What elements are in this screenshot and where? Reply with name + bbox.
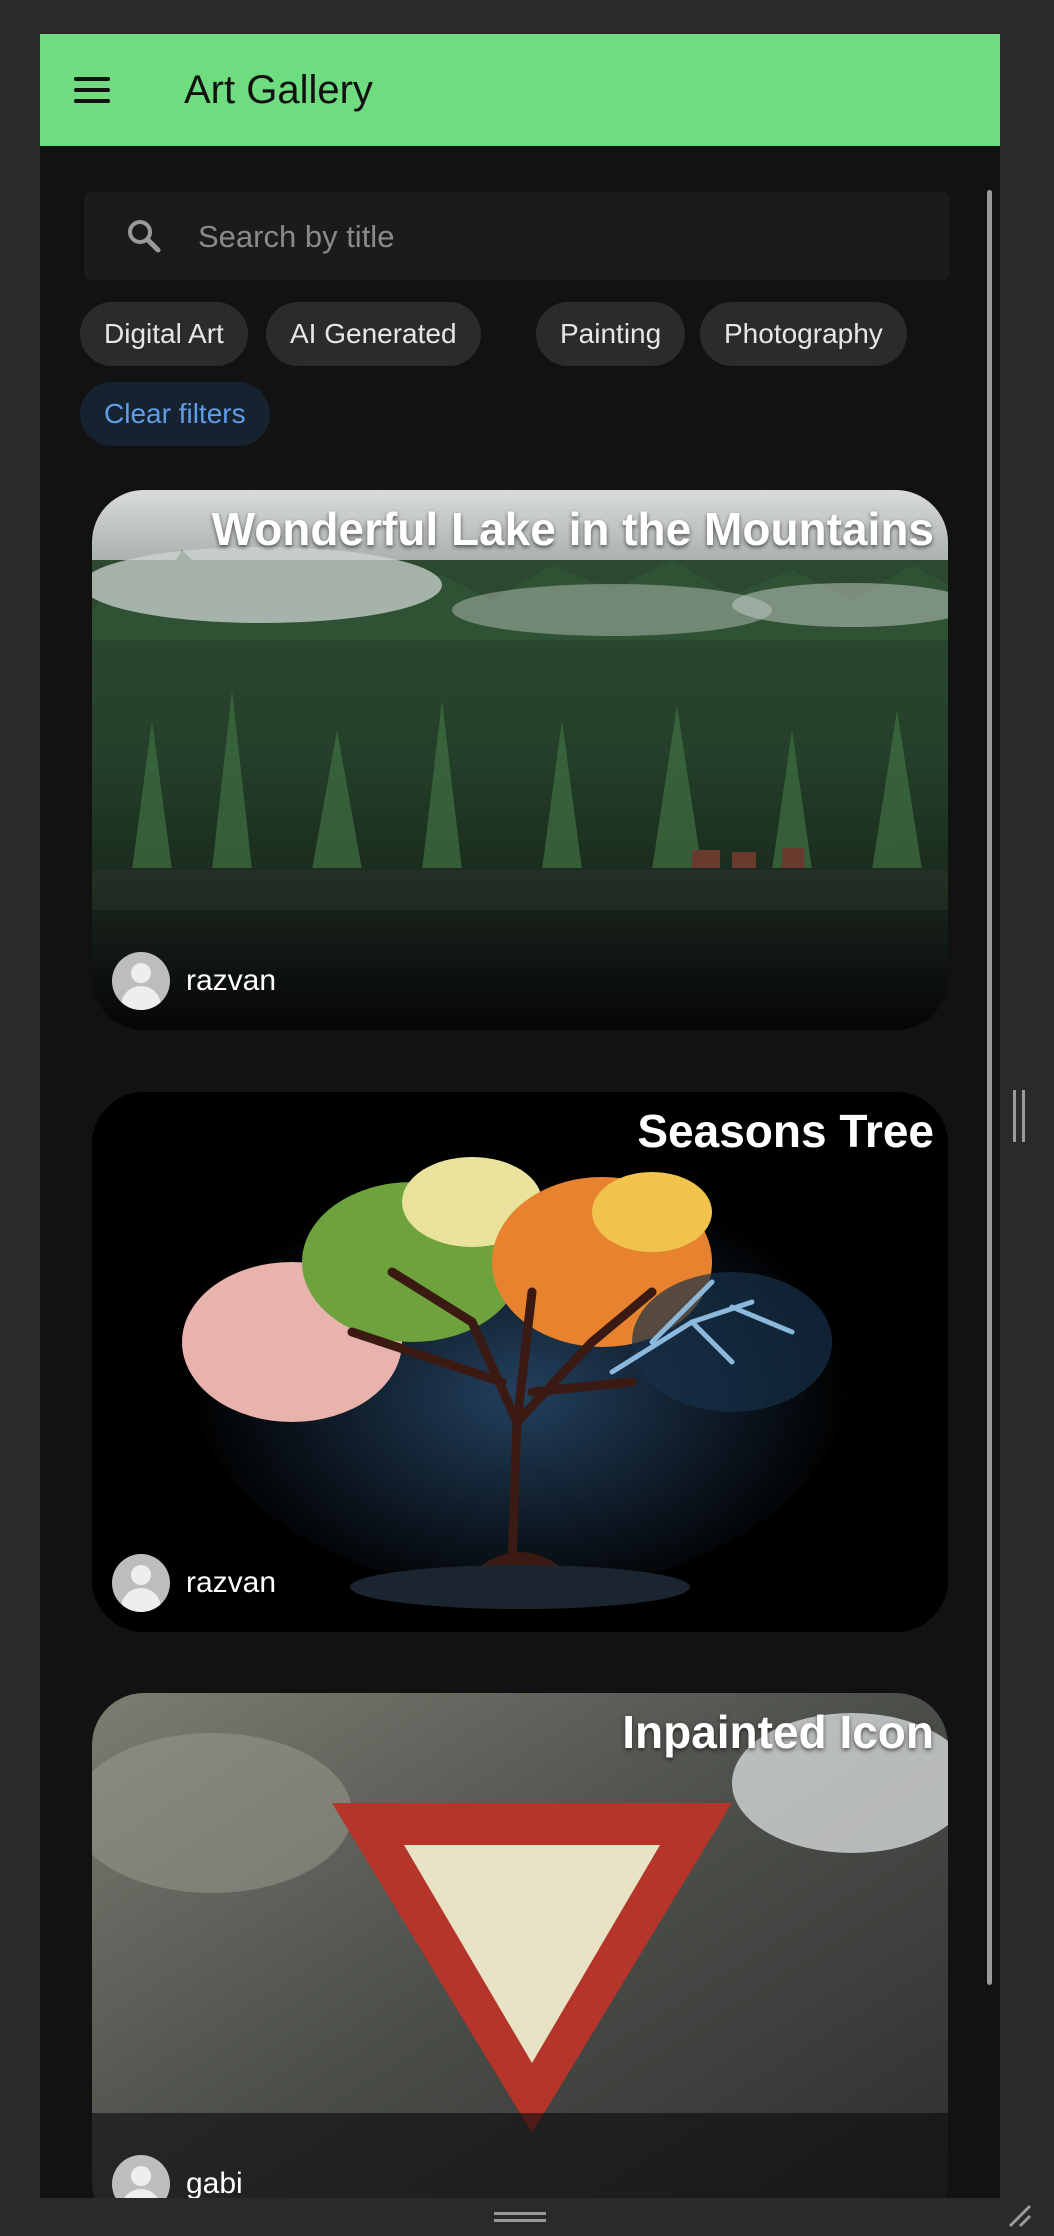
artwork-card[interactable]: Wonderful Lake in the Mountains razvan (92, 490, 948, 1030)
artwork-image (92, 1092, 948, 1632)
app-title: Art Gallery (184, 68, 373, 112)
artwork-title: Seasons Tree (637, 1105, 934, 1157)
avatar[interactable] (112, 2155, 170, 2198)
search-icon (128, 220, 161, 253)
app-window: Art Gallery Digital Art AI Generated Pai… (40, 34, 1000, 2198)
artwork-title: Inpainted Icon (622, 1706, 934, 1758)
app-bar: Art Gallery (40, 34, 1000, 146)
artwork-image (92, 490, 948, 1030)
author-info: gabi (112, 2155, 243, 2198)
artwork-card[interactable]: Inpainted Icon gabi (92, 1693, 948, 2198)
search-input[interactable] (196, 192, 920, 282)
author-info: razvan (112, 952, 276, 1010)
side-resize-handle[interactable] (1013, 1090, 1025, 1142)
chip-ai-generated[interactable]: AI Generated (266, 302, 481, 366)
clear-filters-button[interactable]: Clear filters (80, 382, 270, 446)
author-name: gabi (186, 2167, 243, 2198)
artwork-title: Wonderful Lake in the Mountains (211, 503, 934, 555)
artwork-image (92, 1693, 948, 2198)
author-name: razvan (186, 1566, 277, 1599)
avatar[interactable] (112, 952, 170, 1010)
chip-digital-art[interactable]: Digital Art (80, 302, 248, 366)
resize-grip-icon[interactable] (1006, 2202, 1032, 2228)
scrollbar[interactable] (987, 190, 992, 1985)
avatar[interactable] (112, 1554, 170, 1612)
bottom-resize-handle[interactable] (494, 2212, 546, 2222)
menu-button[interactable] (66, 64, 118, 116)
author-name: razvan (186, 964, 277, 997)
chip-painting[interactable]: Painting (536, 302, 686, 366)
author-info: razvan (112, 1554, 276, 1612)
search-bar[interactable] (84, 192, 950, 282)
artwork-card[interactable]: Seasons Tree razvan (92, 1092, 948, 1632)
chip-photography[interactable]: Photography (700, 302, 907, 366)
hamburger-icon (74, 88, 110, 92)
